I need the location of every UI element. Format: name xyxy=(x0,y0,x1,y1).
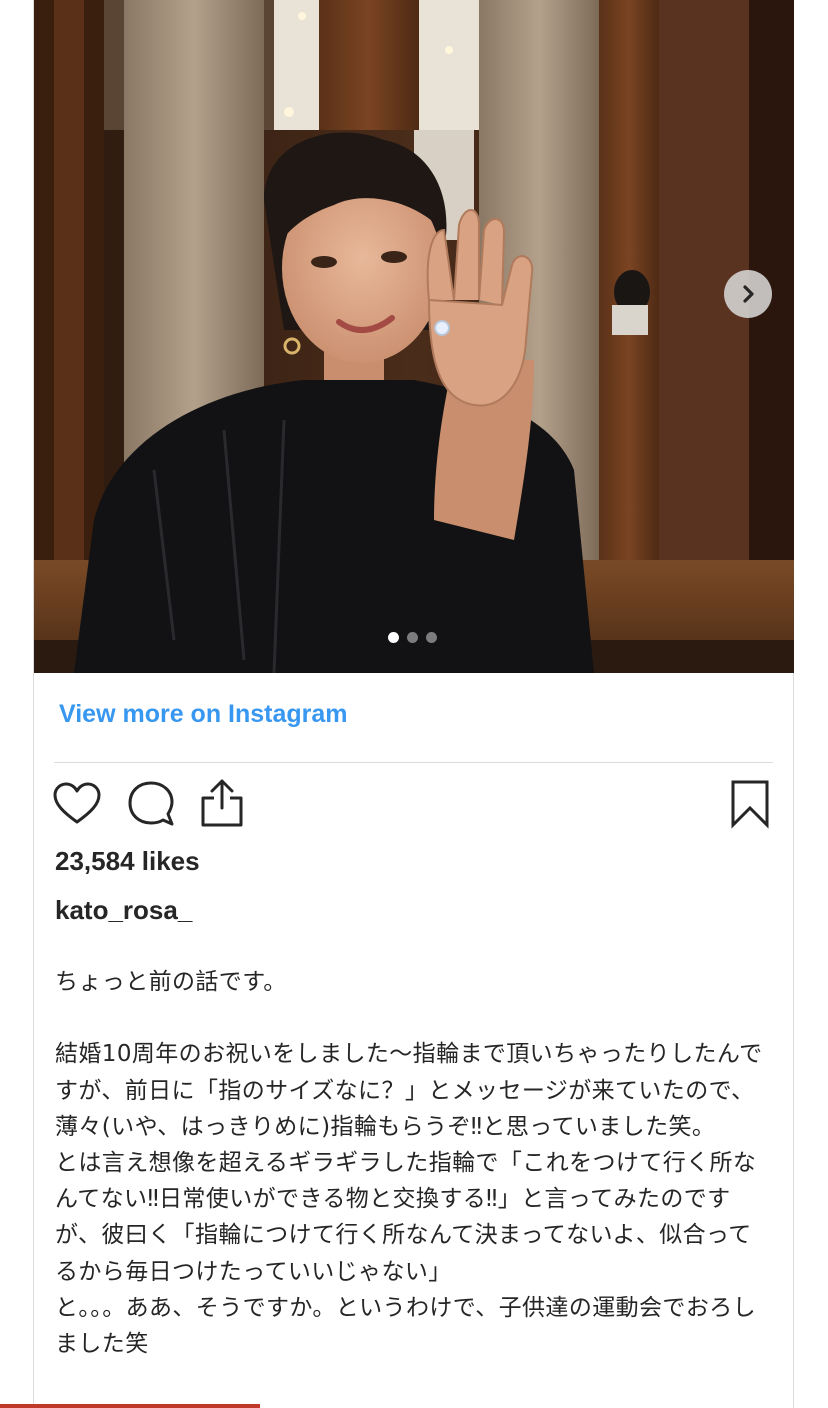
carousel-dot xyxy=(426,632,437,643)
photo-illustration xyxy=(34,0,794,673)
heart-icon[interactable] xyxy=(53,782,101,830)
share-icon[interactable] xyxy=(200,778,244,832)
post-photo[interactable] xyxy=(34,0,794,673)
next-slide-button[interactable] xyxy=(724,270,772,318)
progress-bar xyxy=(0,1404,260,1408)
post-caption: ちょっと前の話です。 結婚10周年のお祝いをしました〜指輪まで頂いちゃったりした… xyxy=(55,969,763,1358)
likes-count: 23,584 likes xyxy=(55,846,200,876)
carousel-indicator xyxy=(388,632,437,643)
comment-icon[interactable] xyxy=(128,781,174,831)
divider xyxy=(54,762,773,763)
bookmark-icon[interactable] xyxy=(730,779,770,833)
carousel-dot-active xyxy=(388,632,399,643)
carousel-dot xyxy=(407,632,418,643)
chevron-right-icon xyxy=(737,283,759,305)
view-more-on-instagram-link[interactable]: View more on Instagram xyxy=(59,700,348,729)
page: View more on Instagram 23,584 likes kato… xyxy=(0,0,828,1408)
post-username[interactable]: kato_rosa_ xyxy=(55,895,192,926)
